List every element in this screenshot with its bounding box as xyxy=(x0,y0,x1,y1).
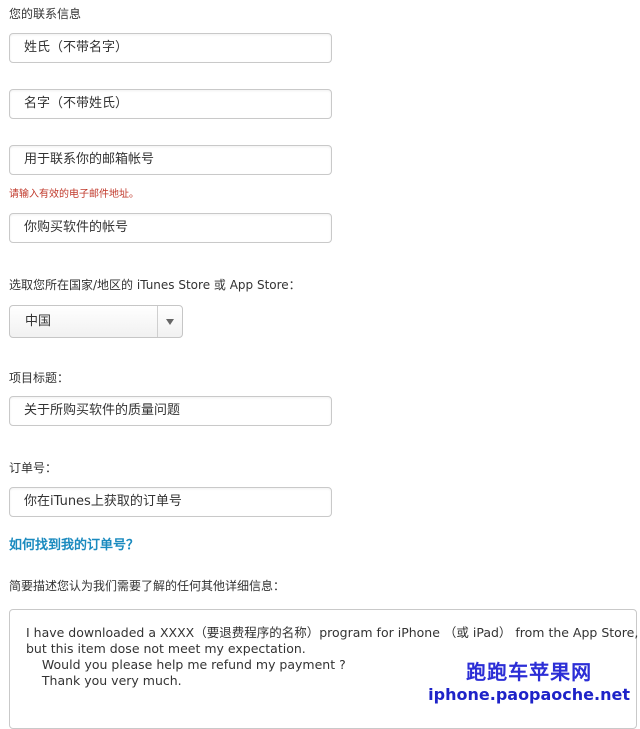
country-selected-value: 中国 xyxy=(25,314,52,329)
site-watermark: 跑跑车苹果网 iphone.paopaoche.net xyxy=(428,656,630,704)
watermark-url: iphone.paopaoche.net xyxy=(428,685,630,704)
first-name-field[interactable]: 名字（不带姓氏） xyxy=(9,89,332,119)
country-label: 选取您所在国家/地区的 iTunes Store 或 App Store： xyxy=(9,278,301,292)
subject-label: 项目标题： xyxy=(9,371,70,385)
last-name-field[interactable]: 姓氏（不带名字） xyxy=(9,33,332,63)
account-field[interactable]: 你购买软件的帐号 xyxy=(9,213,332,243)
email-field[interactable]: 用于联系你的邮箱帐号 xyxy=(9,145,332,175)
order-label: 订单号： xyxy=(9,461,58,475)
subject-field[interactable]: 关于所购买软件的质量问题 xyxy=(9,396,332,426)
country-select[interactable]: 中国 xyxy=(9,305,183,338)
details-label: 简要描述您认为我们需要了解的任何其他详细信息： xyxy=(9,579,286,593)
details-line: I have downloaded a XXXX（要退费程序的名称）progra… xyxy=(26,625,639,640)
find-order-number-link[interactable]: 如何找到我的订单号？ xyxy=(9,534,139,553)
email-error-message: 请输入有效的电子邮件地址。 xyxy=(9,189,139,200)
contact-section-title: 您的联系信息 xyxy=(9,7,82,21)
details-line: but this item dose not meet my expectati… xyxy=(26,641,306,656)
watermark-title: 跑跑车苹果网 xyxy=(466,660,593,684)
order-number-field[interactable]: 你在iTunes上获取的订单号 xyxy=(9,487,332,517)
triangle-down-icon xyxy=(166,318,174,325)
dropdown-button[interactable] xyxy=(157,306,182,337)
